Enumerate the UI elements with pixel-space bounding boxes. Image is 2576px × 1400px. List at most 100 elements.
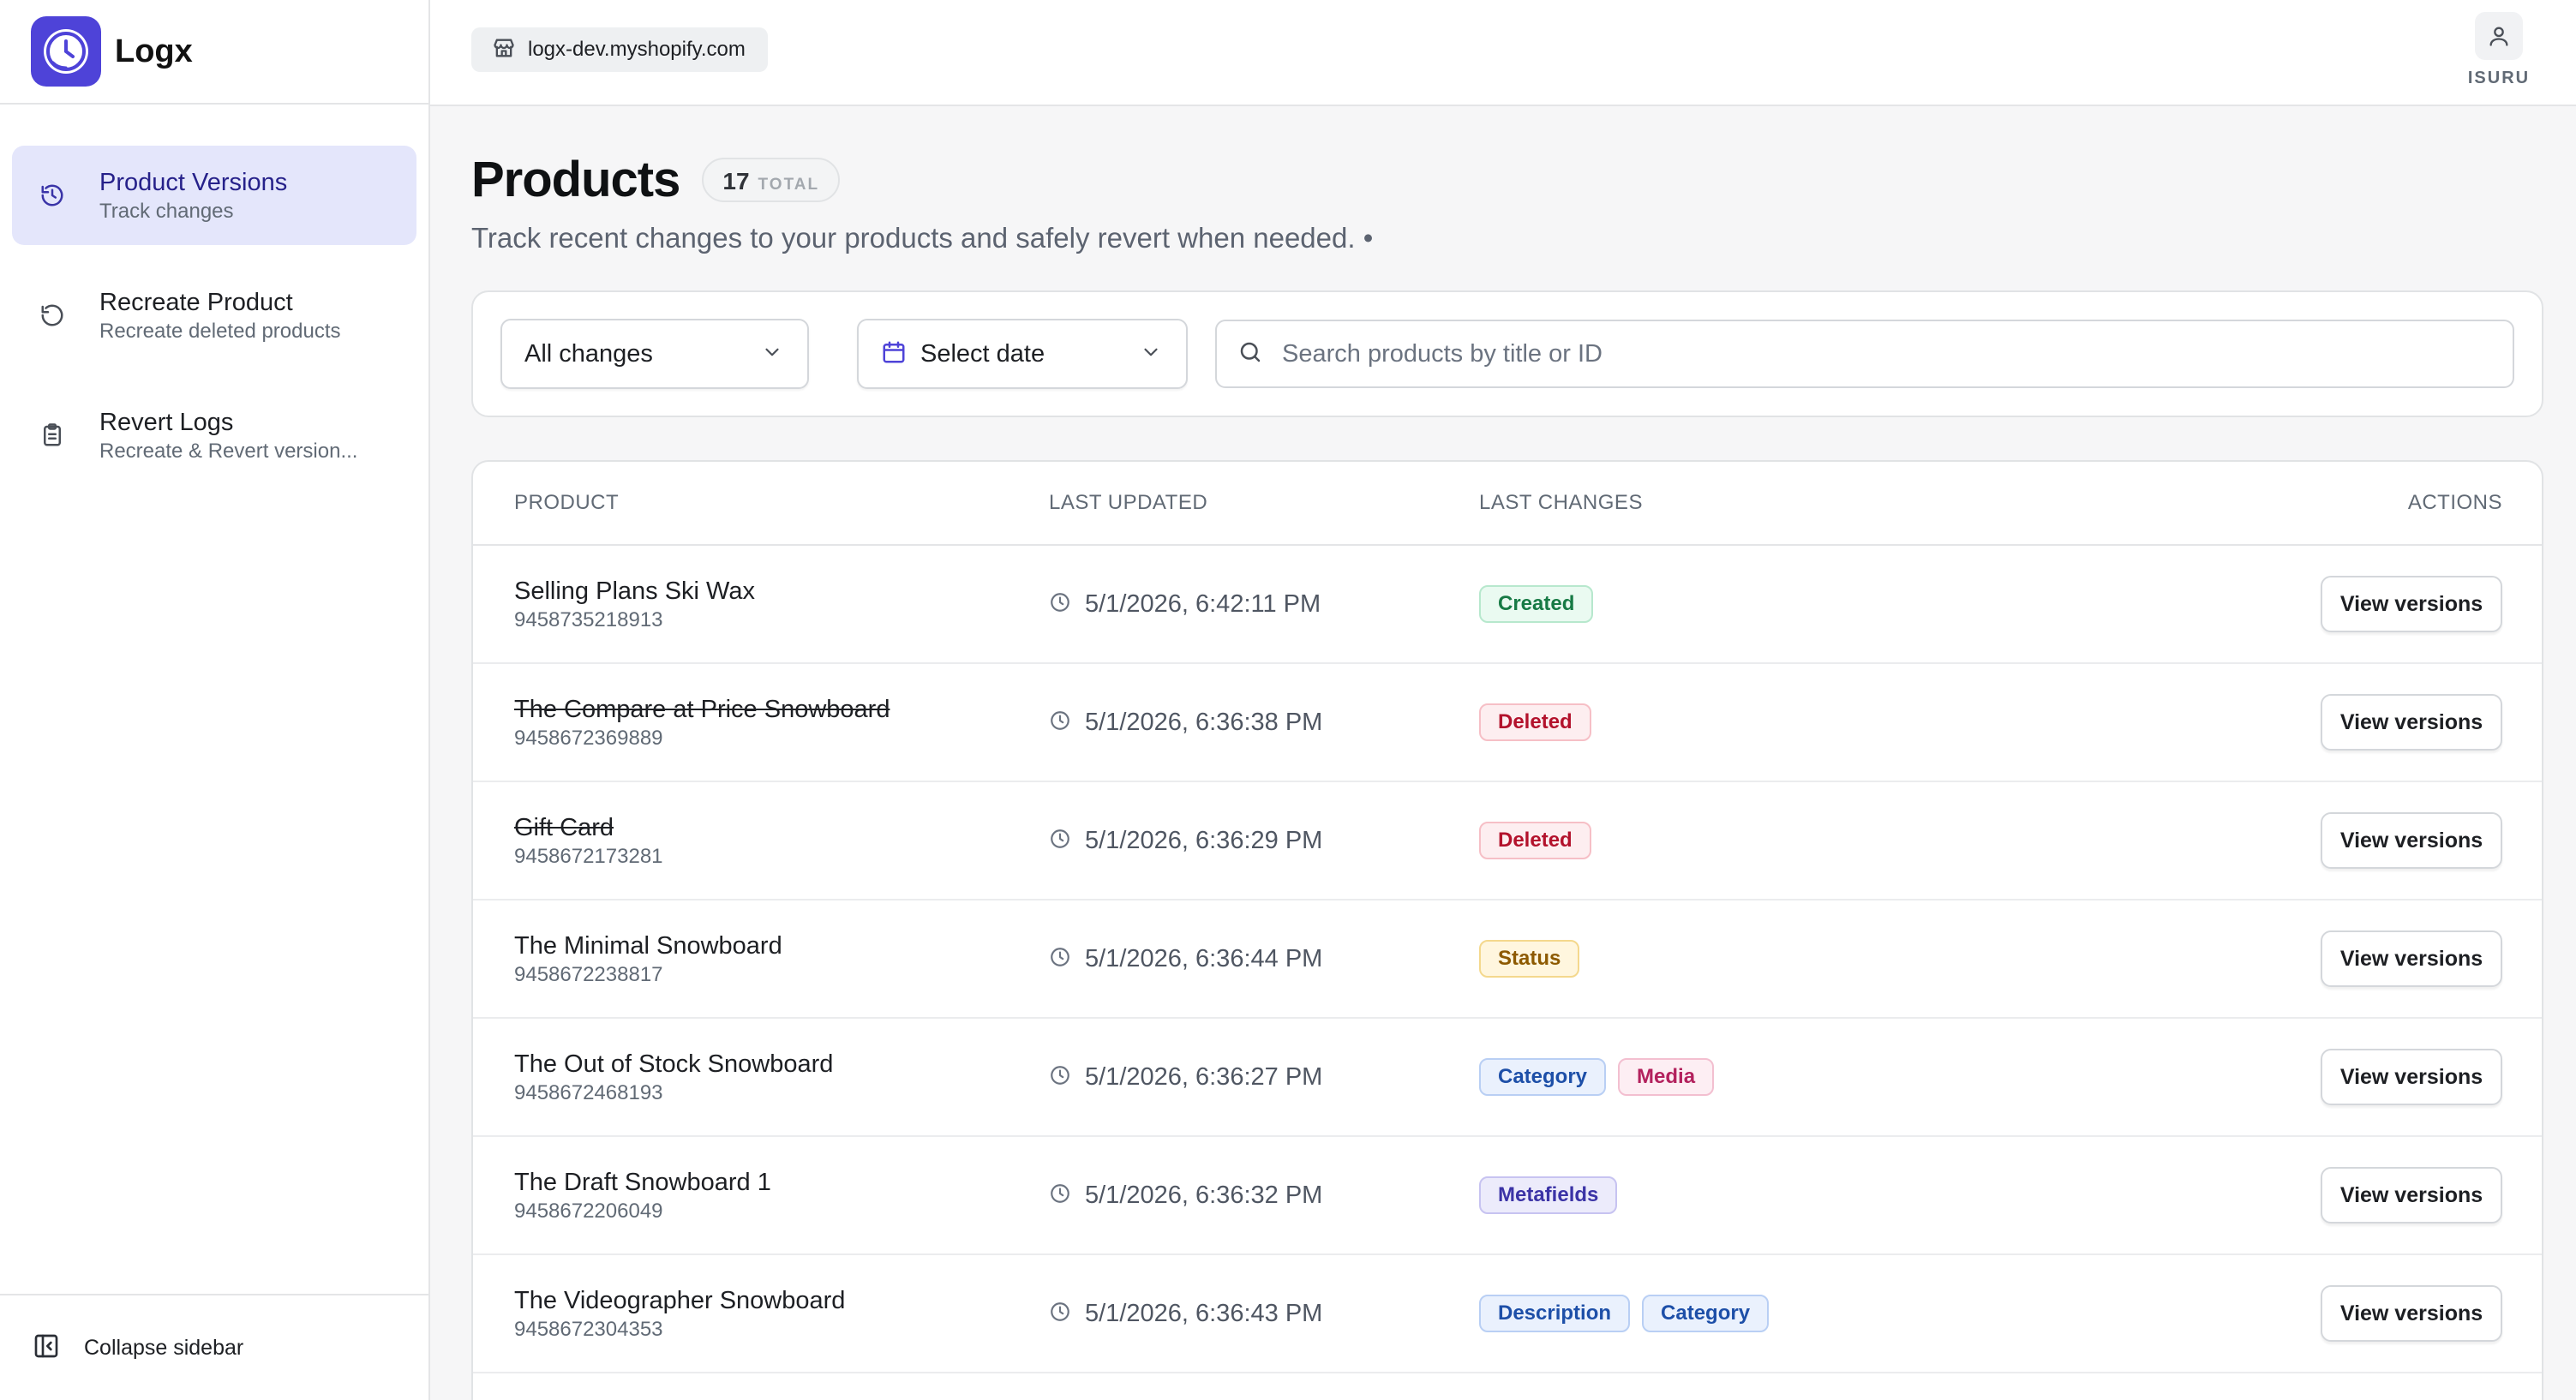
sidebar-item-subtitle: Recreate deleted products <box>99 320 341 343</box>
change-badge-category: Category <box>1642 1295 1770 1332</box>
product-cell: Selling Plans Ski Wax 9458735218913 <box>473 576 1049 632</box>
change-type-value: All changes <box>524 339 653 368</box>
user-menu[interactable]: ISURU <box>2461 12 2537 88</box>
clock-icon <box>1049 1301 1071 1327</box>
clock-icon <box>1049 709 1071 736</box>
sidebar-item-recreate-product[interactable]: Recreate Product Recreate deleted produc… <box>12 266 416 365</box>
total-badge: 17 TOTAL <box>702 157 841 202</box>
total-count: 17 <box>722 167 750 194</box>
last-updated-cell: 5/1/2026, 6:36:44 PM <box>1049 945 1479 973</box>
nav-text: Revert Logs Recreate & Revert version... <box>99 407 357 464</box>
sidebar-item-product-versions[interactable]: Product Versions Track changes <box>12 146 416 245</box>
view-versions-button[interactable]: View versions <box>2321 1167 2502 1224</box>
last-changes-cell: Deleted <box>1479 822 2199 859</box>
nav-text: Recreate Product Recreate deleted produc… <box>99 287 341 344</box>
store-domain: logx-dev.myshopify.com <box>528 38 746 61</box>
sidebar-item-title: Revert Logs <box>99 409 234 436</box>
nav-text: Product Versions Track changes <box>99 167 287 224</box>
change-badge-deleted: Deleted <box>1479 822 1591 859</box>
filters-card: All changes Select date <box>471 290 2543 417</box>
product-cell: The Draft Snowboard 1 9458672206049 <box>473 1167 1049 1224</box>
change-type-select[interactable]: All changes <box>500 319 809 389</box>
page-description: Track recent changes to your products an… <box>471 222 1374 254</box>
column-header-last-changes: LAST CHANGES <box>1479 491 1643 514</box>
product-name: The Compare at Price Snowboard <box>514 696 890 723</box>
sidebar-item-subtitle: Recreate & Revert version... <box>99 440 358 463</box>
last-changes-cell: Description Category <box>1479 1295 2199 1332</box>
app-name: Logx <box>115 33 193 69</box>
view-versions-button[interactable]: View versions <box>2321 694 2502 751</box>
view-versions-button[interactable]: View versions <box>2321 1049 2502 1105</box>
product-id: 9458735218913 <box>514 608 663 631</box>
table-row: The Minimal Snowboard 9458672238817 5/1/… <box>473 900 2542 1019</box>
actions-cell: View versions <box>2199 930 2542 987</box>
change-badge-media: Media <box>1618 1058 1715 1096</box>
table-row: The Draft Snowboard 1 9458672206049 5/1/… <box>473 1137 2542 1255</box>
rotate-ccw-icon <box>38 301 67 330</box>
change-badge-status: Status <box>1479 940 1580 978</box>
last-changes-cell: Created <box>1479 585 2199 623</box>
product-name: The Videographer Snowboard <box>514 1287 846 1314</box>
table-row: The Videographer Snowboard 9458672304353… <box>473 1255 2542 1373</box>
clock-icon <box>1049 946 1071 972</box>
user-name: ISURU <box>2467 69 2531 87</box>
table-row: Selling Plans Ski Wax 9458735218913 5/1/… <box>473 546 2542 664</box>
actions-cell: View versions <box>2199 1049 2542 1105</box>
change-badge-metafields: Metafields <box>1479 1176 1618 1214</box>
logx-logo-icon[interactable] <box>31 16 101 87</box>
actions-cell: View versions <box>2199 1167 2542 1224</box>
product-id: 9458672206049 <box>514 1200 663 1223</box>
clipboard-icon <box>38 421 67 450</box>
last-updated-cell: 5/1/2026, 6:36:38 PM <box>1049 709 1479 737</box>
product-id: 9458672468193 <box>514 1081 663 1104</box>
change-badge-description: Description <box>1479 1295 1631 1332</box>
product-cell: The Minimal Snowboard 9458672238817 <box>473 930 1049 987</box>
search-icon <box>1237 339 1263 369</box>
clock-icon <box>1049 1182 1071 1209</box>
view-versions-button[interactable]: View versions <box>2321 812 2502 869</box>
collapse-sidebar-button[interactable]: Collapse sidebar <box>0 1294 428 1400</box>
total-label: TOTAL <box>758 175 820 194</box>
last-changes-cell: Category Media <box>1479 1058 2199 1096</box>
store-selector[interactable]: logx-dev.myshopify.com <box>471 27 768 72</box>
last-updated-cell: 5/1/2026, 6:36:32 PM <box>1049 1182 1479 1210</box>
date-select[interactable]: Select date <box>857 319 1188 389</box>
view-versions-button[interactable]: View versions <box>2321 1285 2502 1342</box>
change-badge-deleted: Deleted <box>1479 703 1591 741</box>
sidebar-item-title: Product Versions <box>99 169 288 196</box>
view-versions-button[interactable]: View versions <box>2321 930 2502 987</box>
product-cell: The Compare at Price Snowboard 945867236… <box>473 694 1049 751</box>
sidebar-item-title: Recreate Product <box>99 289 293 316</box>
table-body: Selling Plans Ski Wax 9458735218913 5/1/… <box>473 546 2542 1373</box>
chevron-down-icon <box>1140 341 1162 368</box>
last-changes-cell: Deleted <box>1479 703 2199 741</box>
last-updated-time: 5/1/2026, 6:36:44 PM <box>1085 944 1323 972</box>
product-name: The Out of Stock Snowboard <box>514 1050 834 1078</box>
column-header-product: PRODUCT <box>514 491 620 514</box>
last-updated-time: 5/1/2026, 6:42:11 PM <box>1085 589 1321 618</box>
collapse-sidebar-label: Collapse sidebar <box>84 1335 244 1360</box>
product-id: 9458672238817 <box>514 963 663 986</box>
product-cell: The Videographer Snowboard 9458672304353 <box>473 1285 1049 1342</box>
page-header: Products 17 TOTAL <box>471 151 2543 208</box>
page-title: Products <box>471 152 680 207</box>
search-box <box>1215 320 2514 388</box>
product-name: Gift Card <box>514 814 614 841</box>
last-changes-cell: Status <box>1479 940 2199 978</box>
actions-cell: View versions <box>2199 1285 2542 1342</box>
chevron-down-icon <box>761 341 783 368</box>
brand: Logx <box>0 0 428 105</box>
sidebar: Logx Product Versions Track changes Recr… <box>0 0 430 1400</box>
column-header-actions: ACTIONS <box>2407 491 2502 514</box>
sidebar-item-revert-logs[interactable]: Revert Logs Recreate & Revert version... <box>12 386 416 485</box>
product-cell: Gift Card 9458672173281 <box>473 812 1049 869</box>
product-id: 9458672173281 <box>514 845 663 868</box>
clock-icon <box>1049 591 1071 618</box>
last-updated-cell: 5/1/2026, 6:36:29 PM <box>1049 827 1479 855</box>
column-header-last-updated: LAST UPDATED <box>1049 491 1208 514</box>
table-row: Gift Card 9458672173281 5/1/2026, 6:36:2… <box>473 782 2542 900</box>
search-input[interactable] <box>1282 339 2513 368</box>
product-cell: The Out of Stock Snowboard 9458672468193 <box>473 1049 1049 1105</box>
view-versions-button[interactable]: View versions <box>2321 576 2502 632</box>
product-name: The Draft Snowboard 1 <box>514 1169 771 1196</box>
